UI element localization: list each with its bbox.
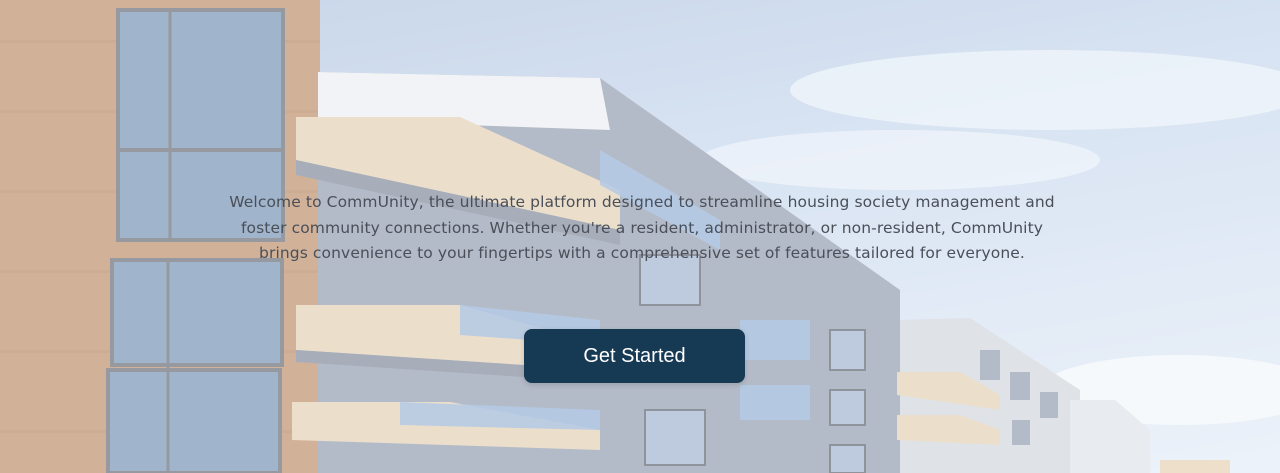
get-started-button[interactable]: Get Started [524, 329, 745, 383]
hero-content: Welcome to CommUnity, the ultimate platf… [0, 0, 1280, 473]
hero-section: Welcome to CommUnity, the ultimate platf… [0, 0, 1280, 473]
intro-paragraph: Welcome to CommUnity, the ultimate platf… [229, 193, 1055, 262]
